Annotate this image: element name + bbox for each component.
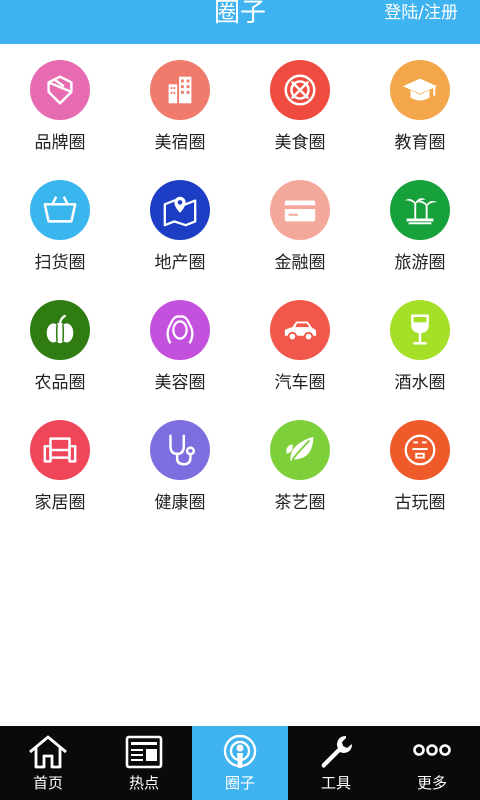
app-screen: 圈子 登陆/注册 品牌圈 美宿圈 美食圈 教育圈 扫货圈 地产圈 金融圈 旅游圈… [0,0,480,800]
wrench-icon [321,736,352,768]
tab-label: 更多 [416,774,447,792]
category-wine[interactable]: 酒水圈 [360,296,480,416]
category-label: 金融圈 [274,253,326,273]
category-travel[interactable]: 旅游圈 [360,176,480,296]
category-brand[interactable]: 品牌圈 [0,56,120,176]
diamond-icon [30,60,90,120]
category-label: 旅游圈 [394,253,446,273]
category-label: 教育圈 [394,133,446,153]
tea-leaf-icon [270,420,330,480]
more-dots-icon [413,744,451,756]
category-finance[interactable]: 金融圈 [240,176,360,296]
category-auto[interactable]: 汽车圈 [240,296,360,416]
category-label: 地产圈 [154,253,206,273]
buildings-icon [150,60,210,120]
tab-label: 热点 [128,774,159,792]
category-label: 美食圈 [274,133,326,153]
tab-more[interactable]: 更多 [384,726,480,800]
category-label: 酒水圈 [394,373,446,393]
news-icon [125,735,163,769]
palm-tree-icon [390,180,450,240]
category-health[interactable]: 健康圈 [120,416,240,536]
antique-seal-icon [390,420,450,480]
category-label: 美容圈 [154,373,206,393]
tab-label: 工具 [320,774,351,792]
graduation-cap-icon [390,60,450,120]
pumpkin-icon [30,300,90,360]
category-label: 扫货圈 [34,253,86,273]
category-antique[interactable]: 古玩圈 [360,416,480,536]
tab-label: 圈子 [224,774,255,792]
category-label: 茶艺圈 [274,493,326,513]
category-label: 汽车圈 [274,373,326,393]
tab-circle[interactable]: 圈子 [192,726,288,800]
car-icon [270,300,330,360]
category-lodging[interactable]: 美宿圈 [120,56,240,176]
broadcast-icon [223,734,257,768]
tab-label: 首页 [32,774,63,792]
category-tea[interactable]: 茶艺圈 [240,416,360,536]
sofa-icon [30,420,90,480]
bottom-tab-bar: 首页 热点 圈子 工具 更多 [0,726,480,800]
category-label: 美宿圈 [154,133,206,153]
category-label: 农品圈 [34,373,86,393]
wine-glass-icon [390,300,450,360]
category-shopping[interactable]: 扫货圈 [0,176,120,296]
category-home[interactable]: 家居圈 [0,416,120,536]
map-location-icon [150,180,210,240]
food-plate-icon [270,60,330,120]
home-icon [29,735,67,769]
category-label: 品牌圈 [34,133,86,153]
category-realestate[interactable]: 地产圈 [120,176,240,296]
category-label: 古玩圈 [394,493,446,513]
tab-home[interactable]: 首页 [0,726,96,800]
shopping-basket-icon [30,180,90,240]
stethoscope-icon [150,420,210,480]
tab-tools[interactable]: 工具 [288,726,384,800]
category-agriculture[interactable]: 农品圈 [0,296,120,416]
tab-hot[interactable]: 热点 [96,726,192,800]
login-register-link[interactable]: 登陆/注册 [384,0,458,28]
bank-card-icon [270,180,330,240]
category-food[interactable]: 美食圈 [240,56,360,176]
woman-face-icon [150,300,210,360]
category-label: 家居圈 [34,493,86,513]
top-header: 圈子 登陆/注册 [0,0,480,44]
category-beauty[interactable]: 美容圈 [120,296,240,416]
category-label: 健康圈 [154,493,206,513]
category-education[interactable]: 教育圈 [360,56,480,176]
